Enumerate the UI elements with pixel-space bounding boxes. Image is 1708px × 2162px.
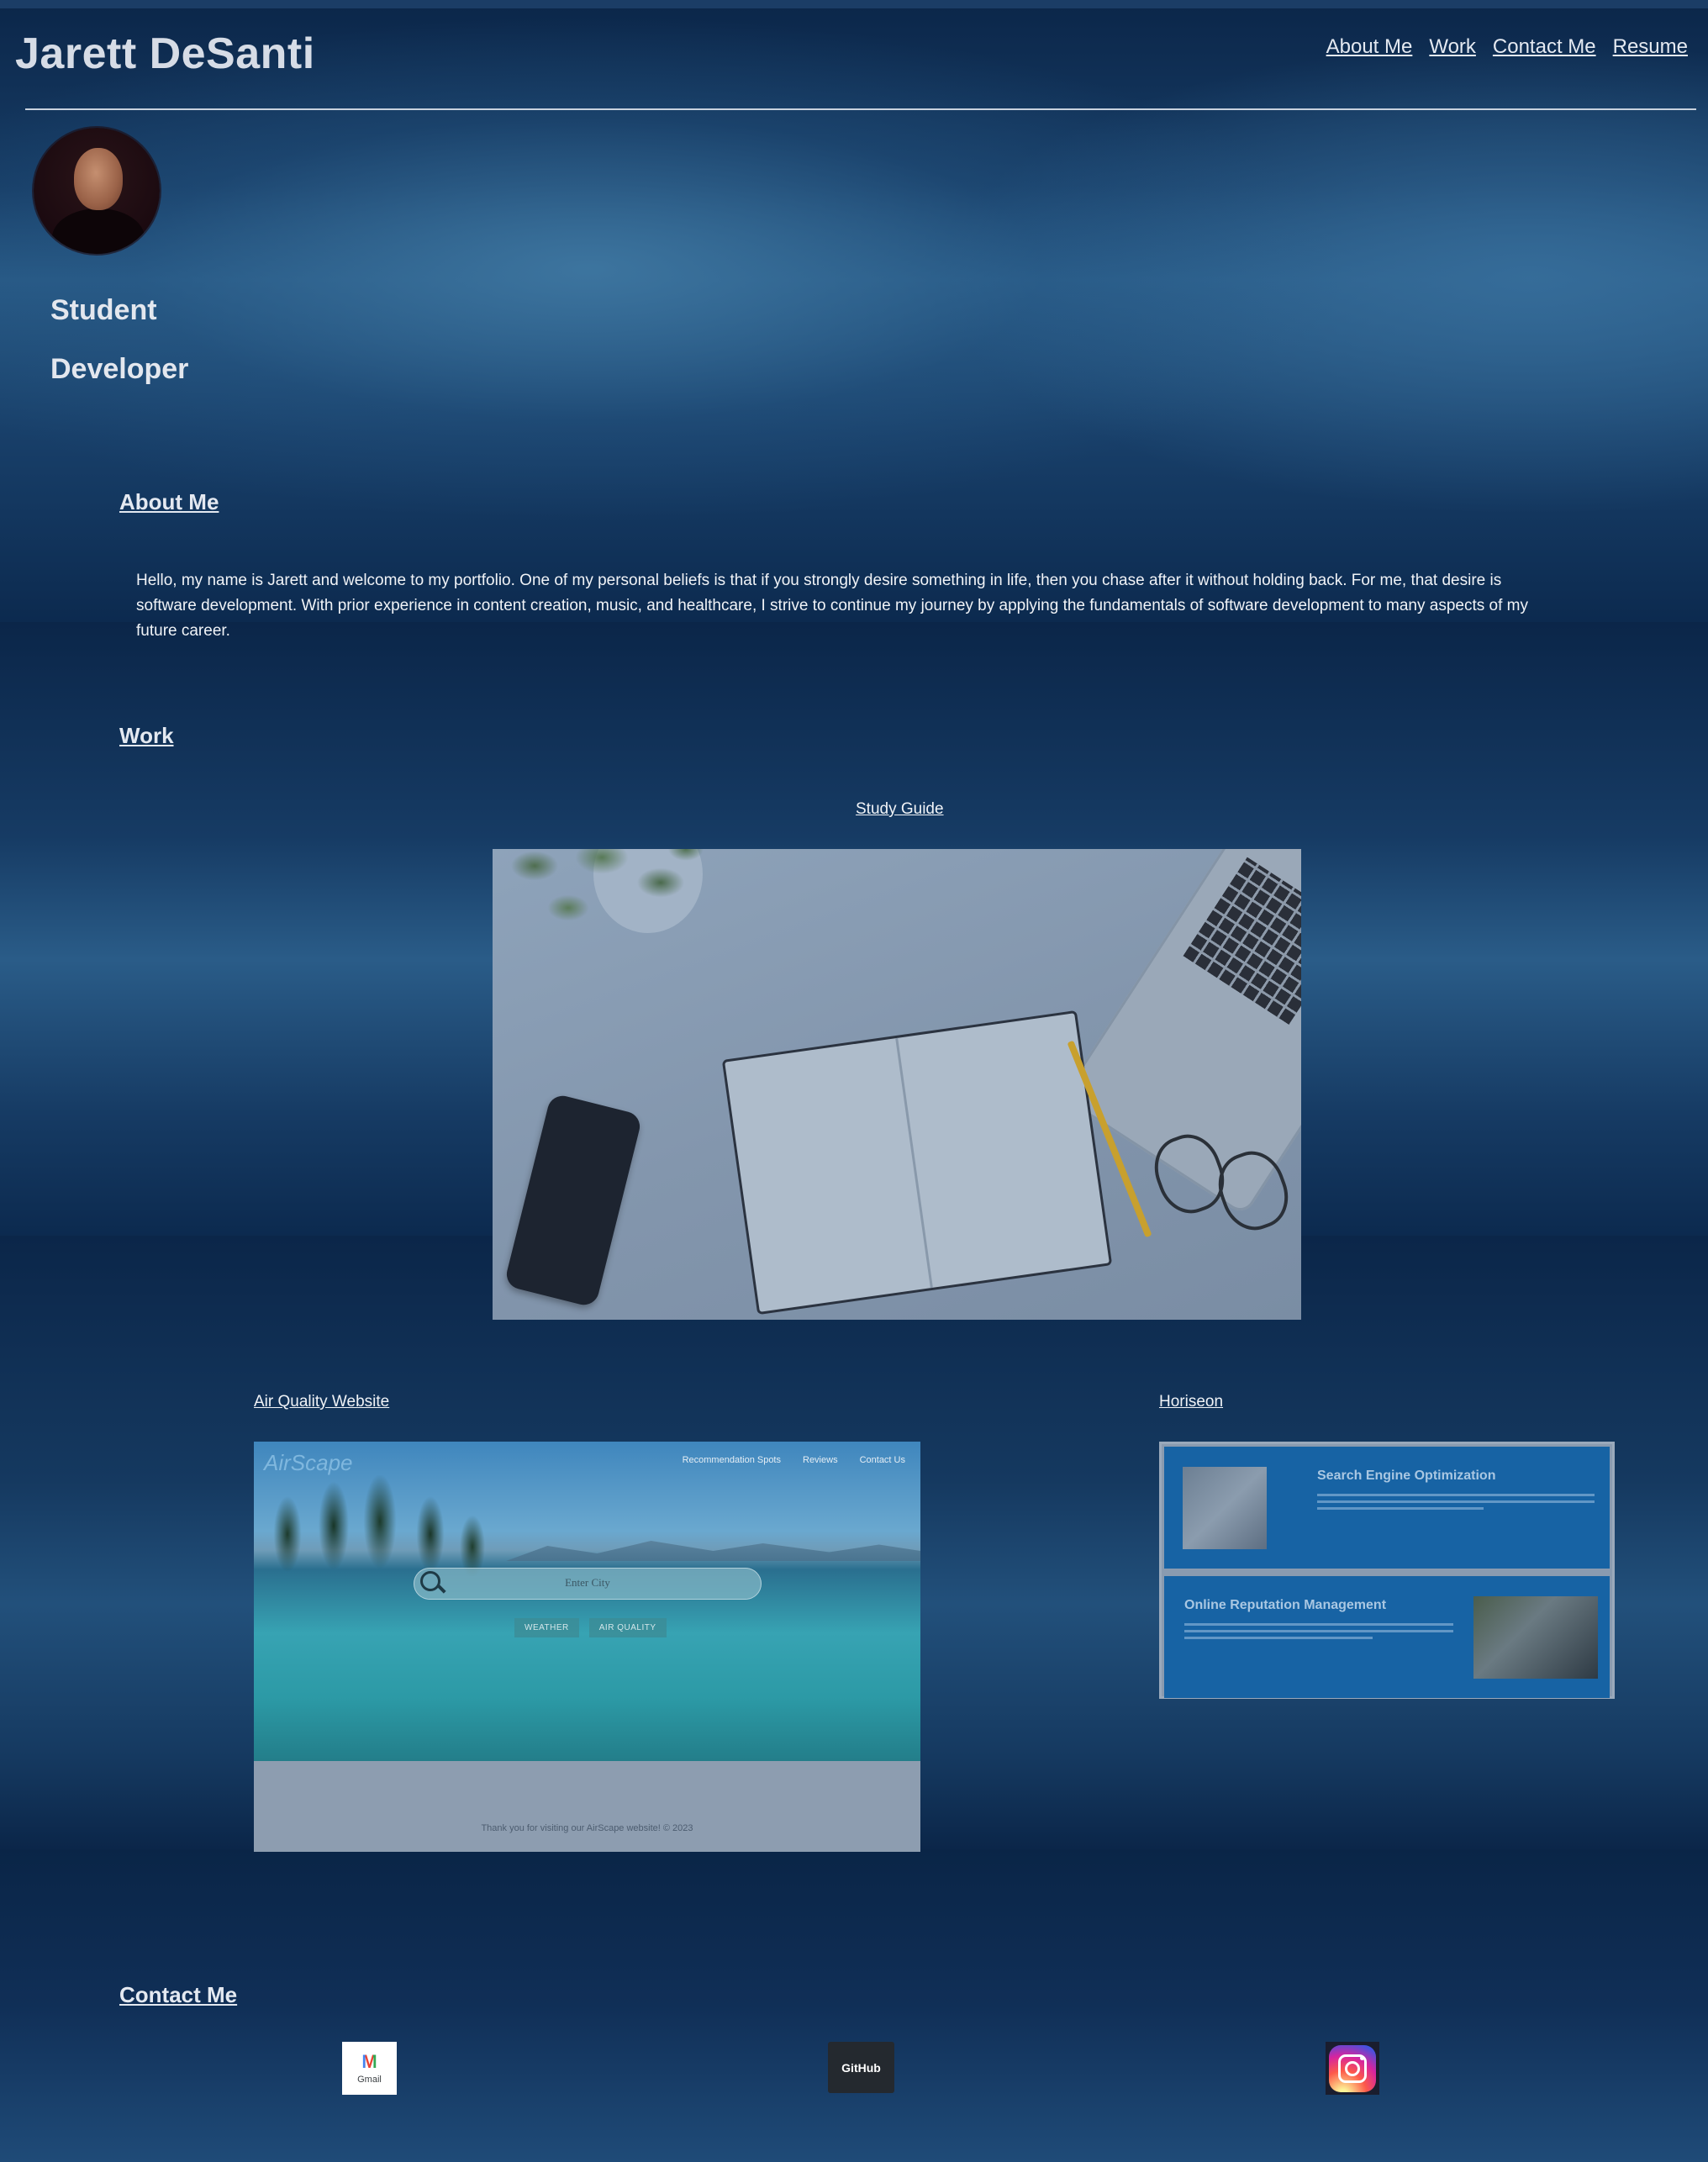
top-border [0,0,1708,8]
airscape-buttons: WEATHER AIR QUALITY [514,1618,667,1637]
instagram-link[interactable] [1326,2042,1379,2095]
gmail-icon: M [361,2050,377,2072]
github-link[interactable]: GitHub [828,2042,894,2093]
airscape-footer: Thank you for visiting our AirScape webs… [254,1761,920,1852]
contact-heading: Contact Me [119,1982,238,2007]
nav-resume[interactable]: Resume [1613,35,1688,59]
orm-card-text [1184,1623,1453,1647]
work-heading: Work [119,723,174,748]
airscape-weather-button: WEATHER [514,1618,579,1637]
horiseon-card-orm: Online Reputation Management [1164,1576,1610,1698]
airscape-logo: AirScape [264,1450,353,1475]
notebook-spine [895,1037,933,1289]
header-divider [25,108,1696,110]
orm-card-title: Online Reputation Management [1184,1598,1387,1612]
avatar-body [52,208,145,254]
airscape-air-quality-button: AIR QUALITY [588,1618,667,1637]
airscape-nav-item: Recommendation Spots [682,1455,781,1465]
airscape-nav-item: Contact Us [859,1455,905,1465]
project-link-air-quality[interactable]: Air Quality Website [254,1393,389,1411]
seo-card-title: Search Engine Optimization [1317,1469,1496,1483]
airscape-search-placeholder: Enter City [565,1576,610,1589]
site-title: Jarett DeSanti [15,29,315,78]
nav-work[interactable]: Work [1429,35,1476,59]
about-text: Hello, my name is Jarett and welcome to … [136,572,1528,640]
project-link-horiseon[interactable]: Horiseon [1159,1393,1223,1411]
glasses [1145,1126,1299,1239]
project-link-study-guide[interactable]: Study Guide [856,800,944,819]
gmail-link[interactable]: M Gmail [342,2042,397,2095]
avatar-head [74,148,123,210]
airscape-search-field: Enter City [414,1568,762,1600]
notebook [721,1010,1113,1316]
seo-card-text [1317,1494,1595,1517]
gmail-label: Gmail [357,2074,382,2085]
study-guide-image[interactable] [493,849,1301,1320]
glasses-lens-right [1209,1142,1298,1239]
github-icon: GitHub [841,2060,881,2075]
airscape-trees [254,1475,523,1576]
horiseon-preview[interactable]: Search Engine Optimization Online Reputa… [1159,1442,1615,1699]
nav-about-me[interactable]: About Me [1326,35,1413,59]
nav-contact-me[interactable]: Contact Me [1493,35,1596,59]
laptop-keyboard [1183,857,1301,1025]
plant-leaves [493,849,728,950]
about-heading: About Me [119,489,219,514]
role-student: Student [50,294,157,326]
orm-thumbnail [1473,1596,1598,1679]
air-quality-preview[interactable]: AirScape Recommendation Spots Reviews Co… [254,1442,920,1852]
hero-background [0,0,1708,622]
main-nav: About Me Work Contact Me Resume [1326,35,1688,59]
seo-thumbnail [1183,1467,1267,1549]
airscape-nav: Recommendation Spots Reviews Contact Us [683,1455,905,1465]
airscape-footer-text: Thank you for visiting our AirScape webs… [481,1823,693,1833]
phone [503,1092,643,1309]
horiseon-card-seo: Search Engine Optimization [1164,1447,1610,1569]
airscape-nav-item: Reviews [803,1455,838,1465]
role-developer: Developer [50,353,189,385]
contact-background [0,1849,1708,2162]
instagram-icon [1329,2044,1376,2092]
avatar [34,128,160,254]
